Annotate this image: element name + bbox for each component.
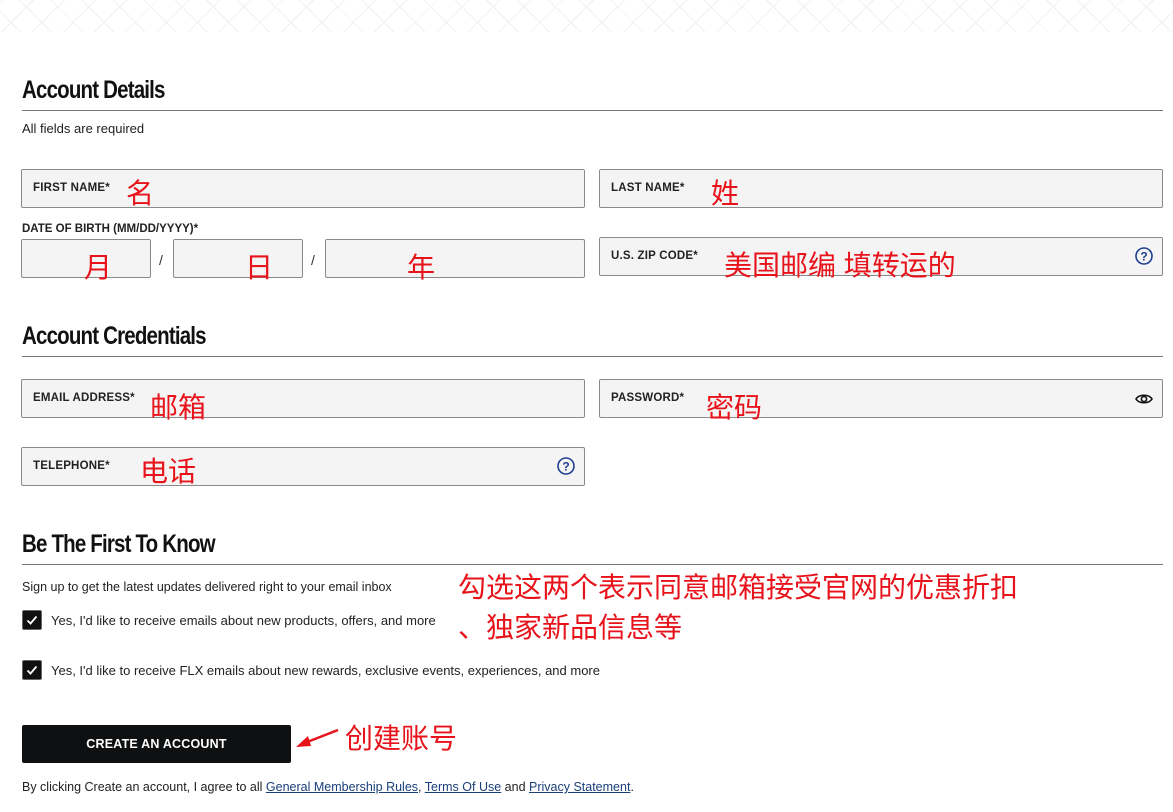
password-label: PASSWORD* [611,392,685,404]
checkmark-icon [26,615,38,625]
svg-text:?: ? [562,460,569,474]
dob-year-value: 年 [407,252,436,283]
dob-day-input[interactable]: 日 [173,239,303,283]
svg-text:?: ? [1140,250,1147,264]
email-value: 邮箱 [150,392,207,423]
account-details-title: Account Details [22,76,165,104]
checkbox-annotation-line1: 勾选这两个表示同意邮箱接受官网的优惠折扣 [458,572,1019,603]
checkmark-icon [26,665,38,675]
dob-month-input[interactable]: 月 [21,239,151,283]
privacy-statement-link[interactable]: Privacy Statement [529,780,630,794]
dob-day-value: 日 [245,252,274,283]
telephone-input[interactable]: TELEPHONE* 电话 ? [21,447,585,487]
header-pattern [0,0,1173,32]
legal-separator: and [501,780,529,794]
account-credentials-title: Account Credentials [22,322,207,350]
zip-code-label: U.S. ZIP CODE* [611,250,698,262]
first-name-input[interactable]: FIRST NAME* 名 [21,169,585,209]
eye-icon[interactable] [1134,389,1154,409]
flx-email-option[interactable]: Yes, I'd like to receive FLX emails abou… [22,660,600,680]
divider [22,356,1163,357]
last-name-label: LAST NAME* [611,182,685,194]
email-input[interactable]: EMAIL ADDRESS* 邮箱 [21,379,585,423]
help-circle-icon[interactable]: ? [556,456,576,476]
legal-separator: , [418,780,425,794]
membership-rules-link[interactable]: General Membership Rules [266,780,418,794]
dob-year-input[interactable]: 年 [325,239,585,283]
create-annotation: 创建账号 [345,723,458,754]
legal-prefix: By clicking Create an account, I agree t… [22,780,266,794]
signup-note: Sign up to get the latest updates delive… [22,580,392,594]
flx-email-label: Yes, I'd like to receive FLX emails abou… [51,662,600,678]
password-value: 密码 [706,392,763,423]
help-circle-icon[interactable]: ? [1134,246,1154,266]
legal-text: By clicking Create an account, I agree t… [22,780,634,794]
email-label: EMAIL ADDRESS* [33,392,135,404]
be-first-title: Be The First To Know [22,530,216,558]
create-account-button[interactable]: CREATE AN ACCOUNT [22,725,291,763]
divider [22,110,1163,111]
zip-code-input[interactable]: U.S. ZIP CODE* 美国邮编 填转运的 ? [599,237,1163,281]
last-name-value: 姓 [711,178,740,209]
dob-month-value: 月 [84,252,113,283]
required-note: All fields are required [22,121,145,136]
last-name-input[interactable]: LAST NAME* 姓 [599,169,1163,209]
password-input[interactable]: PASSWORD* 密码 [599,379,1163,423]
flx-email-checkbox[interactable] [22,660,42,680]
legal-suffix: . [630,780,634,794]
zip-code-value: 美国邮编 填转运的 [724,250,956,281]
dob-label: DATE OF BIRTH (MM/DD/YYYY)* [22,223,199,235]
offers-email-option[interactable]: Yes, I'd like to receive emails about ne… [22,610,436,630]
divider [22,564,1163,565]
dob-separator: / [159,252,163,268]
terms-of-use-link[interactable]: Terms Of Use [425,780,501,794]
telephone-value: 电话 [140,456,197,487]
first-name-value: 名 [126,178,155,209]
first-name-label: FIRST NAME* [33,182,110,194]
offers-email-checkbox[interactable] [22,610,42,630]
checkbox-annotation-line2: 、独家新品信息等 [458,612,683,643]
offers-email-label: Yes, I'd like to receive emails about ne… [51,612,436,628]
telephone-label: TELEPHONE* [33,460,110,472]
dob-separator: / [311,252,315,268]
arrow-annotation-icon [296,728,339,747]
